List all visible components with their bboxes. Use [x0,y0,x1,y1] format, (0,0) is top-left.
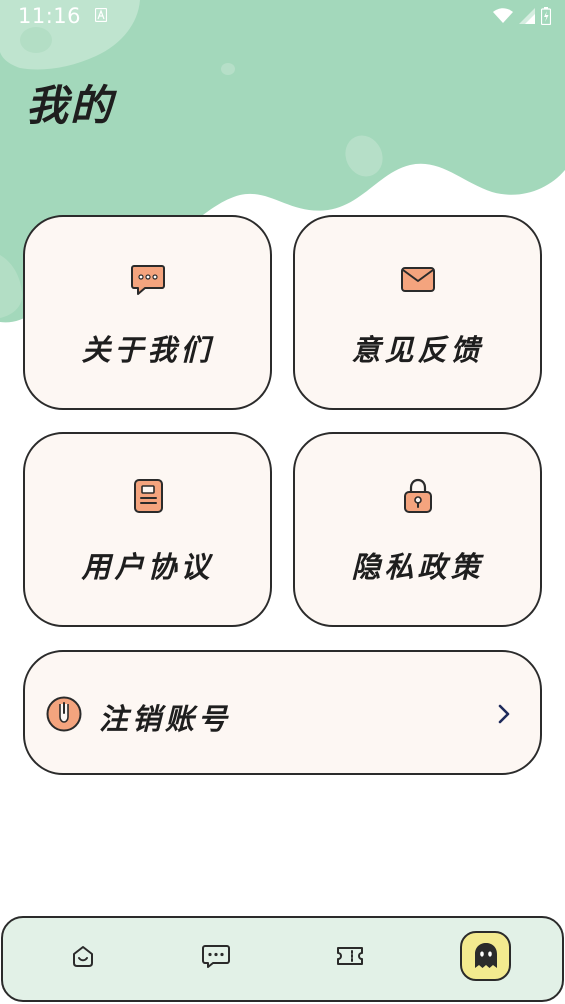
lock-icon [403,478,432,513]
page-title: 我的 [26,81,115,130]
signal-icon [519,8,535,24]
ghost-icon [474,943,497,968]
feedback-card[interactable]: 意见反馈 [293,215,542,410]
about-us-label: 关于我们 [81,333,214,367]
nav-home[interactable] [57,930,109,982]
accessibility-notification-icon [95,8,107,22]
chat-bubble-icon [130,265,165,295]
user-agreement-label: 用户协议 [81,550,214,584]
delete-account-label: 注销账号 [99,702,232,736]
document-icon [133,479,163,513]
nav-mine-active[interactable] [460,931,511,981]
privacy-policy-card[interactable]: 隐私政策 [293,432,542,627]
privacy-policy-label: 隐私政策 [351,550,484,584]
status-icons [493,7,551,25]
power-icon [46,696,82,732]
delete-account-row[interactable]: 注销账号 [23,650,542,775]
status-bar: 11:16 [0,0,565,34]
nav-messages[interactable] [190,930,242,982]
feedback-label: 意见反馈 [351,333,484,367]
wifi-icon [493,8,513,23]
ticket-icon [337,947,363,965]
home-icon [73,946,93,967]
status-time: 11:16 [18,4,82,28]
bottom-navigation [1,916,564,1002]
chevron-right-icon [498,704,510,724]
envelope-icon [400,267,435,292]
message-icon [202,945,230,968]
about-us-card[interactable]: 关于我们 [23,215,272,410]
battery-icon [541,7,551,25]
user-agreement-card[interactable]: 用户协议 [23,432,272,627]
nav-tickets[interactable] [324,930,376,982]
